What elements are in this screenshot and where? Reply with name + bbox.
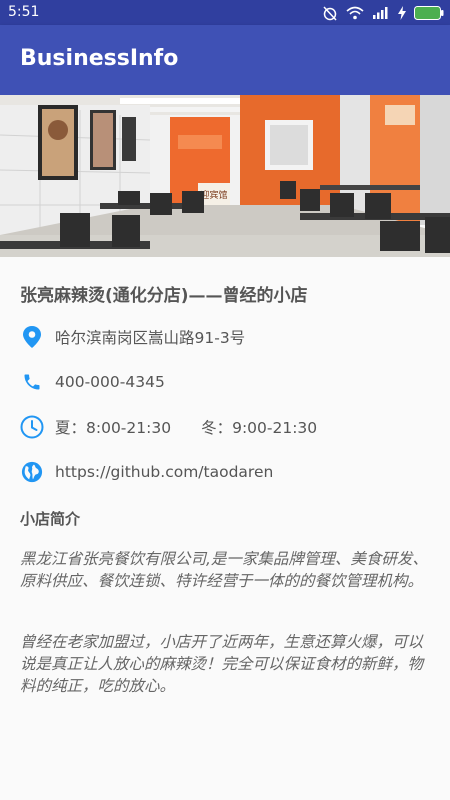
location-pin-icon: [20, 325, 44, 349]
battery-icon: [414, 5, 444, 20]
website-row[interactable]: https://github.com/taodaren: [20, 459, 430, 485]
charging-icon: [398, 5, 406, 20]
globe-icon: [20, 460, 44, 484]
hero-sign-text: 迎宾馆: [200, 189, 227, 201]
intro-paragraph-2: 曾经在老家加盟过，小店开了近两年，生意还算火爆，可以说是真正让人放心的麻辣烫！完…: [20, 633, 424, 695]
status-time: 5:51: [8, 4, 40, 20]
website-link[interactable]: https://github.com/taodaren: [55, 463, 273, 481]
phone-icon: [20, 370, 44, 394]
signal-icon: [373, 7, 388, 19]
phone-row[interactable]: 400-000-4345: [20, 369, 430, 395]
hours-row: 夏：8:00-21:30 冬：9:00-21:30: [20, 414, 430, 440]
intro-paragraph-1: 黑龙江省张亮餐饮有限公司,是一家集品牌管理、美食研发、原料供应、餐饮连锁、特许经…: [20, 550, 428, 590]
status-bar: 5:51: [0, 0, 450, 25]
clock-icon: [20, 415, 44, 439]
app-bar: BusinessInfo: [0, 25, 450, 95]
address-row[interactable]: 哈尔滨南岗区嵩山路91-3号: [20, 324, 430, 350]
hours-winter-text: 冬：9:00-21:30: [201, 419, 318, 437]
hours-summer-text: 夏：8:00-21:30: [55, 419, 172, 437]
status-icons: [322, 4, 444, 21]
address-text: 哈尔滨南岗区嵩山路91-3号: [55, 329, 246, 347]
app-title: BusinessInfo: [20, 46, 179, 71]
shop-title: 张亮麻辣烫(通化分店)——曾经的小店: [20, 286, 308, 306]
phone-text: 400-000-4345: [55, 373, 165, 391]
intro-section-title: 小店简介: [20, 510, 81, 528]
hero-image: 迎宾馆: [0, 95, 450, 257]
alarm-off-icon: [323, 5, 337, 21]
wifi-icon: [346, 6, 364, 19]
